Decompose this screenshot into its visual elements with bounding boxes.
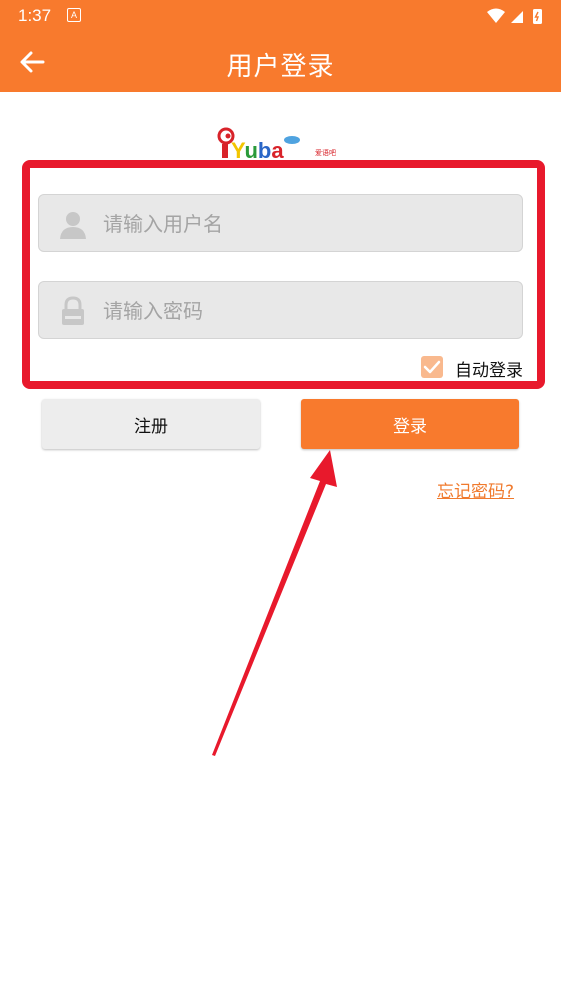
register-button[interactable]: 注册 [42, 399, 260, 449]
lock-icon [62, 296, 84, 325]
user-icon [60, 212, 86, 239]
auto-login-label: 自动登录 [455, 361, 523, 381]
svg-text:Yuba: Yuba [231, 138, 284, 160]
status-icons [485, 6, 547, 30]
check-icon [423, 360, 441, 374]
password-input[interactable] [101, 282, 505, 340]
page-title: 用户登录 [226, 52, 335, 82]
auto-login-checkbox[interactable] [421, 356, 443, 378]
username-input[interactable] [101, 195, 505, 253]
username-field[interactable] [38, 194, 523, 253]
status-time: 1:37 [18, 6, 52, 25]
wifi-icon [487, 8, 505, 23]
forgot-password-link[interactable]: 忘记密码? [437, 477, 514, 502]
password-field[interactable] [38, 281, 523, 340]
logo-tagline: 爱语吧 [315, 148, 336, 157]
signal-icon [511, 11, 523, 23]
login-button[interactable]: 登录 [301, 399, 519, 449]
status-bar: 1:37 A [0, 0, 561, 32]
notification-icon: A [67, 8, 81, 22]
app-bar: 用户登录 [0, 32, 561, 92]
app-logo: Yuba 爱语吧 [217, 127, 336, 160]
